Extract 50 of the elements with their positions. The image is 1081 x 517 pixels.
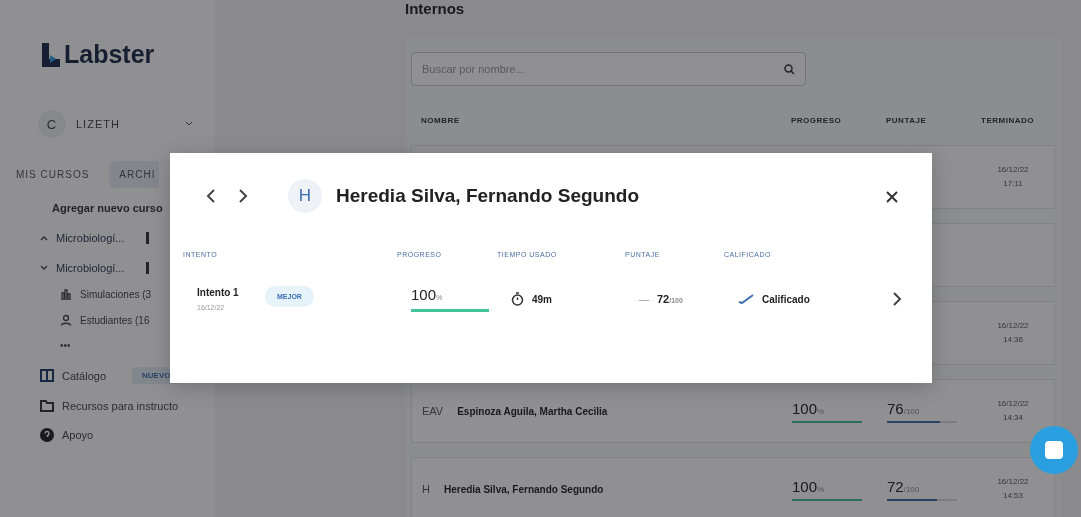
next-icon[interactable] xyxy=(238,188,248,204)
logo-text: Labster xyxy=(64,40,155,69)
attempt-name: Intento 1 xyxy=(197,287,240,298)
initials: H xyxy=(422,483,430,495)
progress-value: 100% xyxy=(792,477,826,495)
course-subitem[interactable]: Estudiantes (16 xyxy=(80,314,150,326)
finished-date: 16/12/22 14:53 xyxy=(996,476,1030,502)
finished-date: 16/12/22 17:11 xyxy=(996,164,1030,190)
menu-icon[interactable] xyxy=(146,262,150,274)
course-tab[interactable]: ARCHI xyxy=(109,161,160,188)
time-used: 49m xyxy=(532,293,552,305)
column-header: PUNTAJE xyxy=(886,116,928,125)
stopwatch-icon xyxy=(511,292,524,306)
previous-icon[interactable] xyxy=(206,188,216,204)
open-attempt-icon[interactable] xyxy=(892,291,902,307)
course-subitem[interactable]: ••• xyxy=(60,340,71,351)
book-icon xyxy=(40,369,54,382)
help-icon xyxy=(40,428,54,442)
user-menu[interactable]: C LIZETH xyxy=(38,107,193,141)
chevron-icon[interactable] xyxy=(40,265,48,271)
nav-item[interactable]: Catálogo xyxy=(62,369,107,382)
column-header: TERMINADO xyxy=(981,116,1035,125)
chart-icon xyxy=(60,288,72,300)
folder-icon xyxy=(40,400,54,412)
grading-status: Calificado xyxy=(762,293,810,305)
logo-icon xyxy=(42,42,60,67)
course-tab[interactable]: MIS CURSOS xyxy=(6,161,100,188)
score-dash: — xyxy=(639,293,649,305)
nav-item[interactable]: Recursos para instructo xyxy=(62,400,179,412)
student-name: Espinoza Aguila, Martha Cecilia xyxy=(457,405,608,417)
person-icon xyxy=(60,314,72,326)
initials: EAV xyxy=(422,405,444,417)
column-header: NOMBRE xyxy=(421,116,461,125)
chevron-icon[interactable] xyxy=(40,235,48,241)
menu-icon[interactable] xyxy=(146,232,150,244)
search-icon[interactable] xyxy=(784,63,795,75)
column-header: PROGRESO xyxy=(791,116,843,125)
course-item[interactable]: Microbiologí... xyxy=(56,262,125,274)
course-item[interactable]: Microbiologí... xyxy=(56,232,125,244)
avatar: H xyxy=(288,179,322,213)
nav-item[interactable]: Apoyo xyxy=(62,429,94,441)
chevron-icon[interactable] xyxy=(185,121,193,127)
finished-date: 16/12/22 14:34 xyxy=(996,398,1030,424)
course-subitem[interactable]: Simulaciones (3 xyxy=(80,288,152,300)
progress-value: 100% xyxy=(792,399,826,417)
chat-icon xyxy=(1044,440,1064,460)
page-title: Internos xyxy=(405,0,465,17)
dialog-title: Heredia Silva, Fernando Segundo xyxy=(336,185,640,207)
finished-date: 16/12/22 14:36 xyxy=(996,320,1030,346)
student-name: Heredia Silva, Fernando Segundo xyxy=(443,483,604,495)
